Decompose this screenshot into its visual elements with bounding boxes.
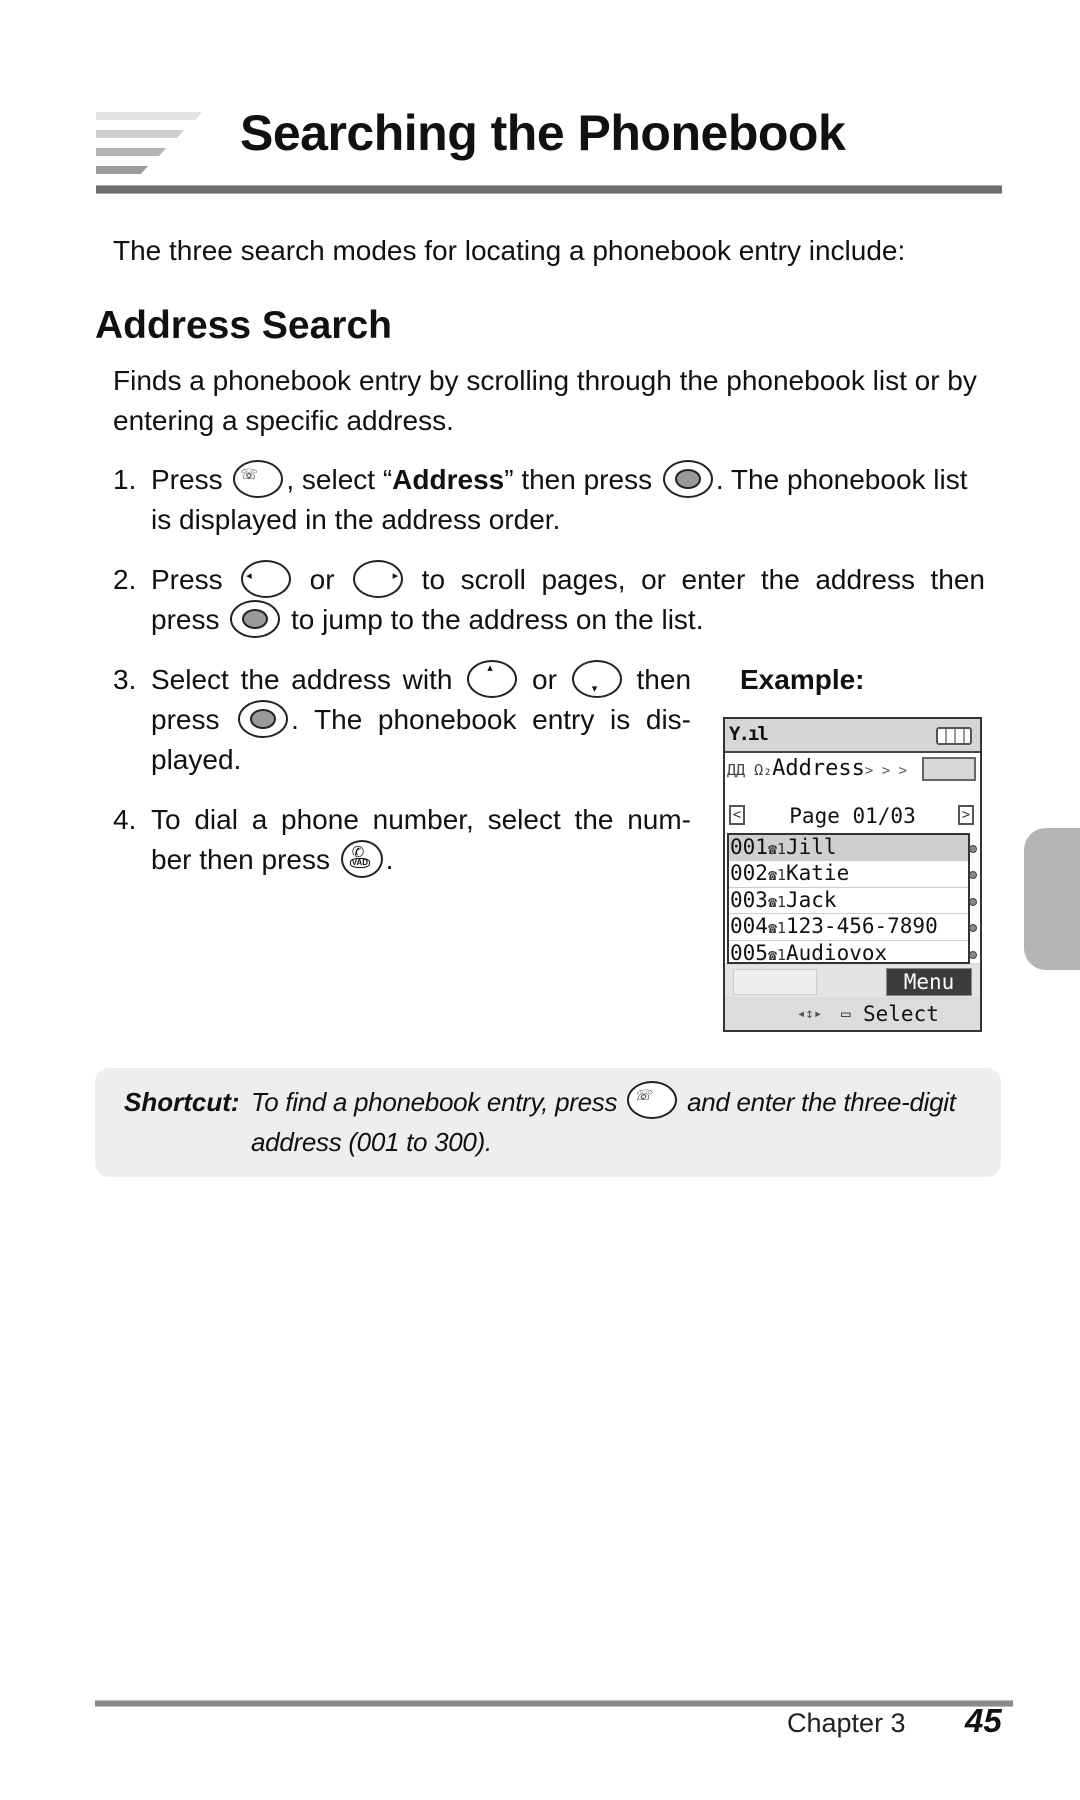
intro-text: The three search modes for locating a ph… (113, 235, 906, 266)
scroll-dot (969, 871, 977, 880)
arrows-icon: > > > (864, 763, 908, 779)
title-decoration-stripe (96, 148, 166, 156)
screen-body: ДД Ω₂Address> > > < Page 01/03 > 001☎1Ji… (725, 753, 980, 966)
address-input[interactable] (922, 757, 976, 781)
shortcut-text: To find a phonebook entry, press ☏ and e… (251, 1081, 981, 1162)
step-3: 3. Select the address with ▴ or ▾ then p… (113, 659, 692, 775)
shortcut-label: Shortcut: (124, 1087, 240, 1117)
step-number: 3. (113, 664, 137, 695)
center-key-icon (230, 599, 281, 638)
softkey-bar: Menu (725, 965, 980, 997)
scroll-dot (969, 950, 977, 959)
right-key-icon: ▸ (353, 559, 404, 598)
list-item[interactable]: 005☎1Audiovox (729, 941, 977, 966)
left-softkey[interactable] (733, 969, 817, 995)
select-label: Select (863, 1002, 939, 1026)
phone-screen-example: Y.ıl ДД Ω₂Address> > > < Page 01/03 > 00… (723, 717, 982, 1032)
phone-entry-icon: ☎1 (767, 892, 786, 911)
scroll-dot (969, 845, 977, 853)
page-row: < Page 01/03 > (725, 803, 980, 831)
down-key-icon: ▾ (571, 659, 622, 698)
section-heading: Address Search (95, 304, 392, 347)
step-4: 4. To dial a phone number, select the nu… (113, 800, 691, 880)
phonebook-mode-icon: ДД Ω₂ (727, 761, 773, 779)
title-decoration-stripe (96, 130, 184, 138)
step-number: 2. (113, 564, 137, 595)
page-next-button[interactable]: > (958, 805, 974, 825)
title-divider (96, 185, 1002, 194)
page-indicator: Page 01/03 (789, 804, 916, 828)
address-label: Address (772, 756, 865, 781)
navigation-keys-icon: ◂↕▸ (797, 1006, 823, 1022)
status-bar: Y.ıl (725, 719, 980, 753)
scroll-dot (969, 924, 977, 933)
phone-entry-icon: ☎1 (767, 919, 786, 938)
address-search-row: ДД Ω₂Address> > > (727, 755, 907, 785)
center-key-icon (238, 699, 289, 738)
step-1: 1. Press ☏, select “Address” then press … (113, 459, 985, 540)
scroll-dot (969, 897, 977, 906)
signal-strength-icon: Y.ıl (729, 723, 769, 745)
footer-divider (95, 1700, 1013, 1707)
menu-softkey[interactable]: Menu (886, 968, 972, 996)
title-decoration-stripe (96, 166, 148, 174)
chapter-side-tab (1024, 828, 1080, 970)
menu-option-address: Address (392, 464, 505, 495)
list-item[interactable]: 004☎1123-456-7890 (729, 914, 977, 941)
shortcut-note: Shortcut: To find a phonebook entry, pre… (95, 1068, 1001, 1177)
step-2: 2. Press ◂ or ▸ to scroll pages, or ente… (113, 559, 985, 640)
phone-entry-icon: ☎1 (767, 945, 786, 964)
up-key-icon: ▴ (467, 659, 518, 698)
navigation-hint: ◂↕▸ ▭ Select (725, 999, 980, 1030)
step-number: 1. (113, 464, 137, 495)
page-title: Searching the Phonebook (240, 105, 846, 161)
battery-icon (936, 727, 972, 745)
phone-entry-icon: ☎1 (767, 866, 786, 885)
phonebook-list: 001☎1Jill 002☎1Katie 003☎1Jack 004☎1123-… (727, 833, 977, 966)
footer-chapter: Chapter 3 (787, 1708, 906, 1738)
list-item[interactable]: 001☎1Jill (729, 835, 977, 862)
center-key-icon (662, 459, 713, 498)
phonebook-key-icon: ☏ (627, 1081, 678, 1120)
step-number: 4. (113, 804, 137, 835)
section-lead: Finds a phonebook entry by scrolling thr… (113, 365, 977, 436)
title-decoration-stripe (96, 112, 202, 120)
phone-entry-icon: ☎1 (767, 840, 786, 858)
list-item[interactable]: 003☎1Jack (729, 888, 977, 915)
left-key-icon: ◂ (241, 559, 292, 598)
send-key-icon: ✆ VAD (340, 839, 383, 878)
example-label: Example: (740, 664, 865, 695)
list-item[interactable]: 002☎1Katie (729, 861, 977, 888)
page-number: 45 (965, 1702, 1002, 1739)
select-key-icon: ▭ (841, 1004, 851, 1023)
phonebook-key-icon: ☏ (233, 459, 284, 498)
